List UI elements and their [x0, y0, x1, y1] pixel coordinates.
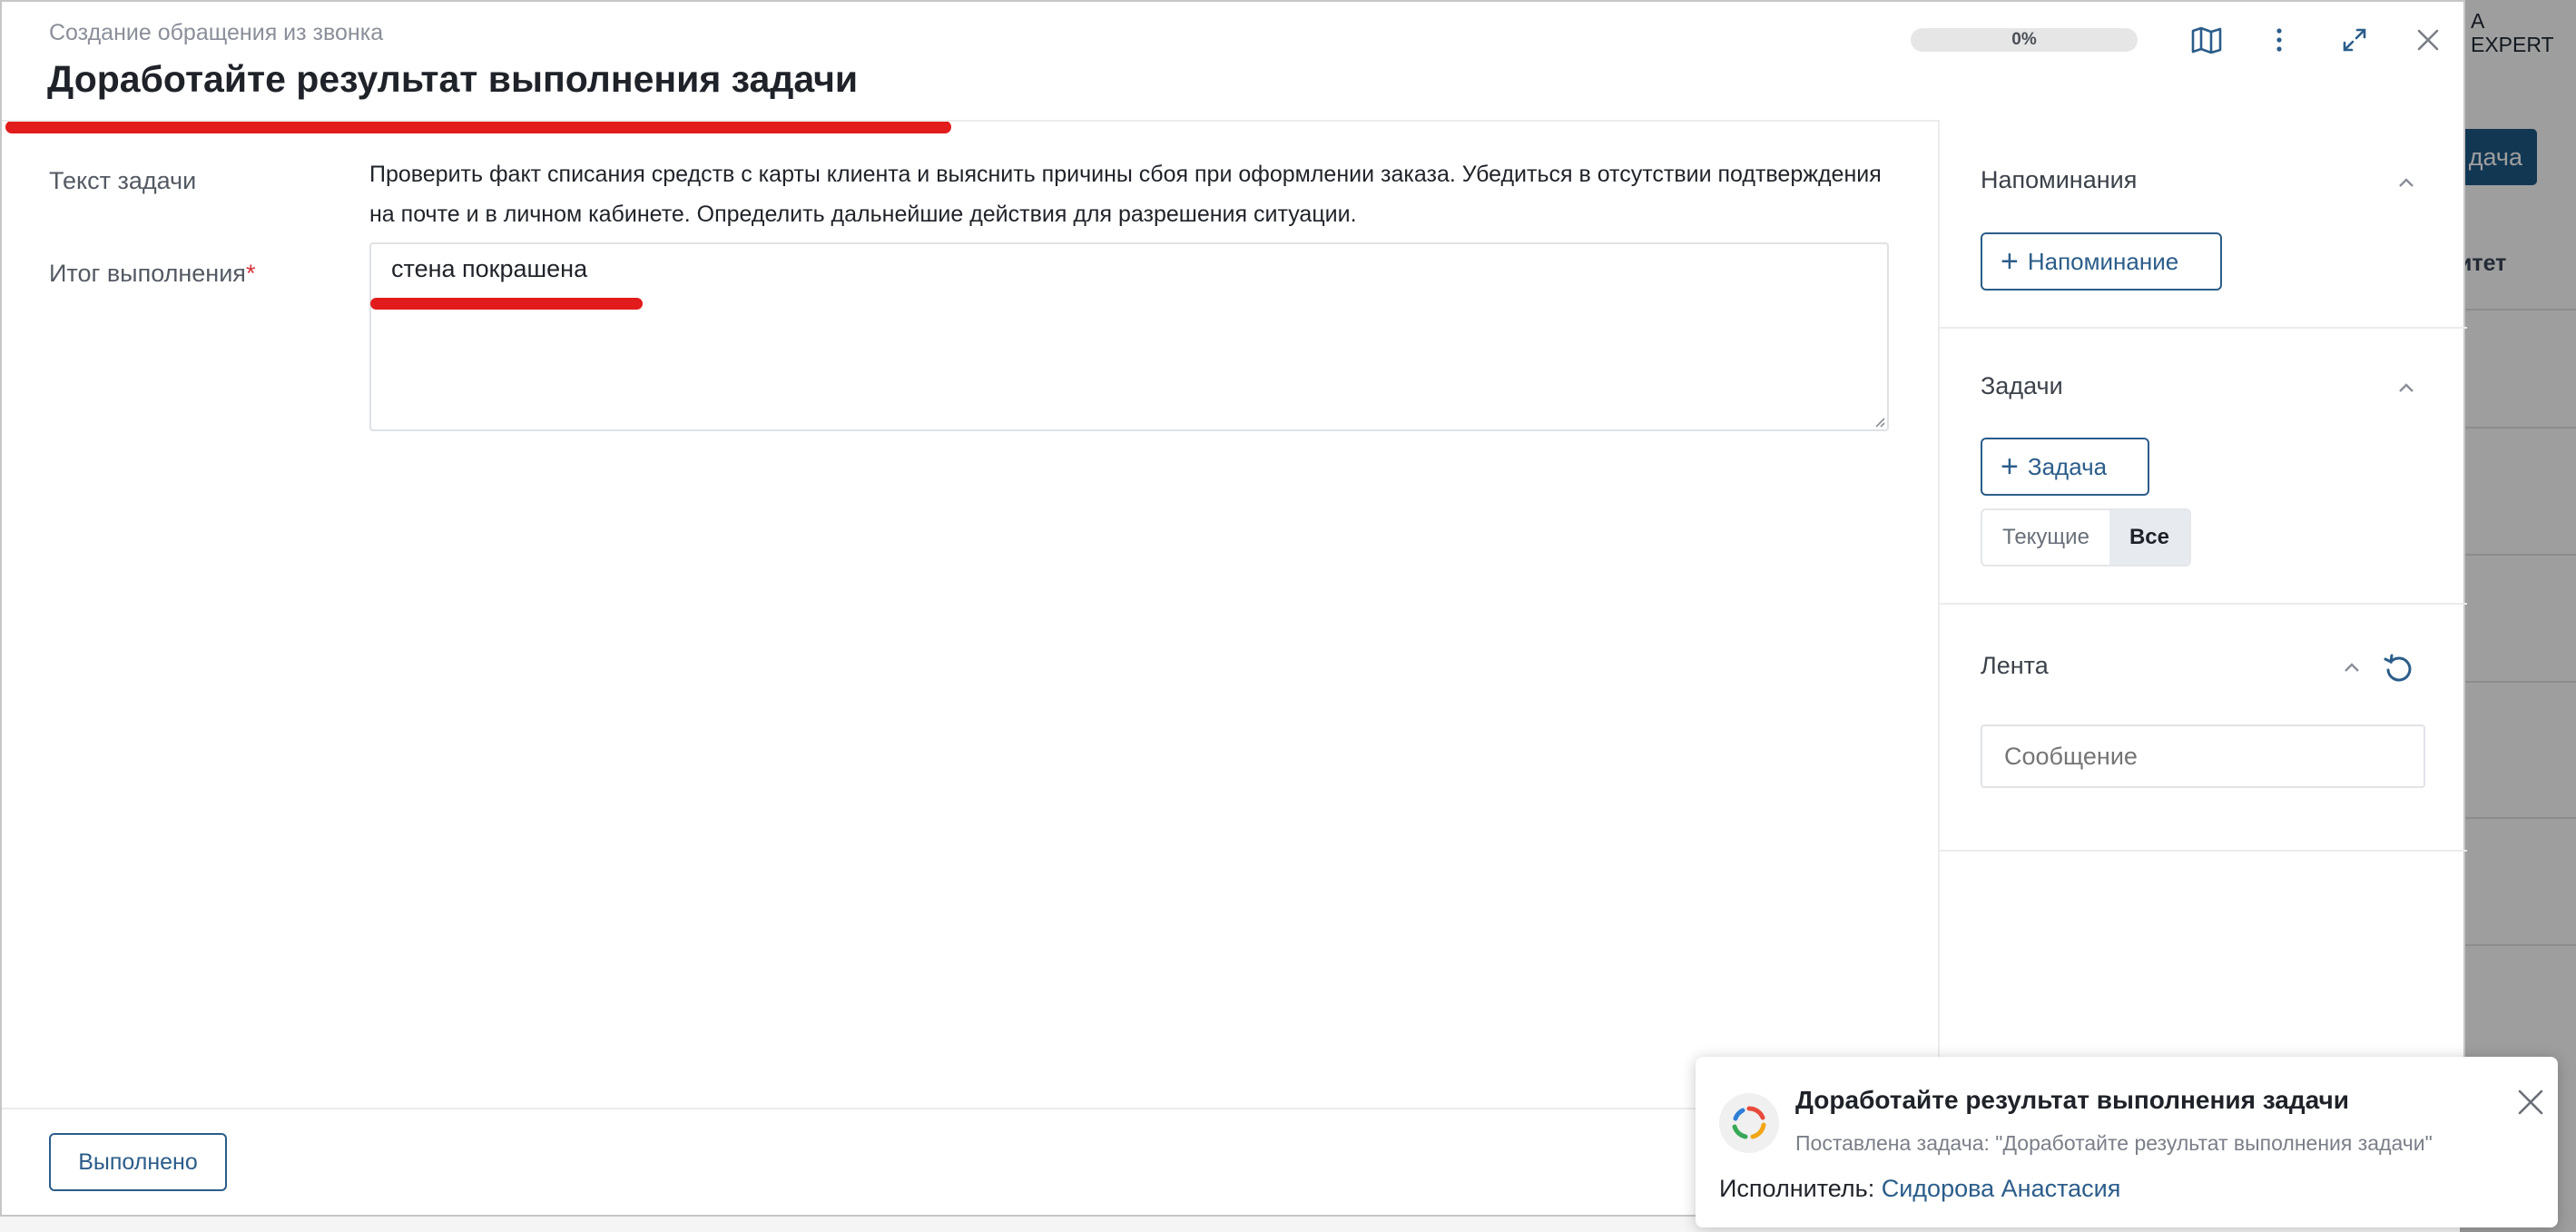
- feed-separator: [1940, 850, 2467, 852]
- header-divider: [2, 120, 1939, 122]
- task-modal: Создание обращения из звонка Доработайте…: [0, 0, 2467, 1217]
- close-icon[interactable]: [2512, 1084, 2549, 1120]
- result-label: Итог выполнения*: [49, 260, 255, 288]
- chevron-up-icon[interactable]: [2340, 655, 2364, 679]
- tasks-title: Задачи: [1981, 372, 2063, 399]
- refresh-icon[interactable]: [2382, 652, 2416, 686]
- resize-handle-icon[interactable]: [1873, 415, 1885, 428]
- filter-current[interactable]: Текущие: [1982, 510, 2109, 565]
- task-text: Проверить факт списания средств с карты …: [369, 162, 1882, 227]
- modal-title: Доработайте результат выполнения задачи: [47, 58, 859, 100]
- title-red-underline: [5, 121, 951, 133]
- required-mark: *: [245, 260, 256, 287]
- more-vertical-icon[interactable]: [2257, 18, 2301, 62]
- reminders-title: Напоминания: [1981, 166, 2138, 193]
- reminders-separator: [1940, 327, 2467, 329]
- plus-icon: +: [2001, 244, 2019, 279]
- add-task-label: Задача: [2027, 452, 2108, 480]
- progress-bar: 0%: [1911, 28, 2138, 52]
- tasks-separator: [1940, 603, 2467, 605]
- add-reminder-label: Напоминание: [2027, 247, 2179, 275]
- result-label-text: Итог выполнения: [49, 260, 246, 287]
- app-logo-icon: [1719, 1093, 1779, 1153]
- map-icon[interactable]: [2185, 18, 2228, 62]
- task-text-label: Текст задачи: [49, 167, 197, 194]
- toast-executor: Исполнитель: Сидорова Анастасия: [1719, 1175, 2120, 1203]
- close-icon[interactable]: [2406, 18, 2450, 62]
- chevron-up-icon[interactable]: [2394, 171, 2418, 194]
- result-textarea[interactable]: стена покрашена: [369, 242, 1889, 431]
- panel-divider: [1938, 120, 1940, 1109]
- progress-label: 0%: [2011, 30, 2037, 49]
- plus-icon: +: [2001, 449, 2019, 484]
- add-task-button[interactable]: + Задача: [1981, 438, 2149, 496]
- filter-all[interactable]: Все: [2109, 510, 2189, 565]
- feed-title: Лента: [1981, 652, 2049, 679]
- executor-link[interactable]: Сидорова Анастасия: [1882, 1175, 2121, 1202]
- add-reminder-button[interactable]: + Напоминание: [1981, 232, 2222, 291]
- footer-divider: [2, 1108, 1939, 1109]
- result-red-underline: [370, 298, 643, 310]
- toast-title: Доработайте результат выполнения задачи: [1795, 1086, 2349, 1114]
- notification-toast: Доработайте результат выполнения задачи …: [1696, 1057, 2558, 1227]
- chevron-up-icon[interactable]: [2394, 376, 2418, 399]
- expand-icon[interactable]: [2333, 18, 2376, 62]
- modal-subtitle: Создание обращения из звонка: [49, 20, 384, 45]
- task-filter: Текущие Все: [1981, 508, 2191, 567]
- toast-subtitle: Поставлена задача: "Доработайте результа…: [1795, 1131, 2433, 1155]
- result-textarea-value: стена покрашена: [391, 255, 588, 282]
- message-input[interactable]: [1981, 724, 2425, 788]
- background-overlay: [2460, 0, 2576, 1232]
- done-button[interactable]: Выполнено: [49, 1133, 227, 1191]
- executor-label: Исполнитель:: [1719, 1175, 1875, 1202]
